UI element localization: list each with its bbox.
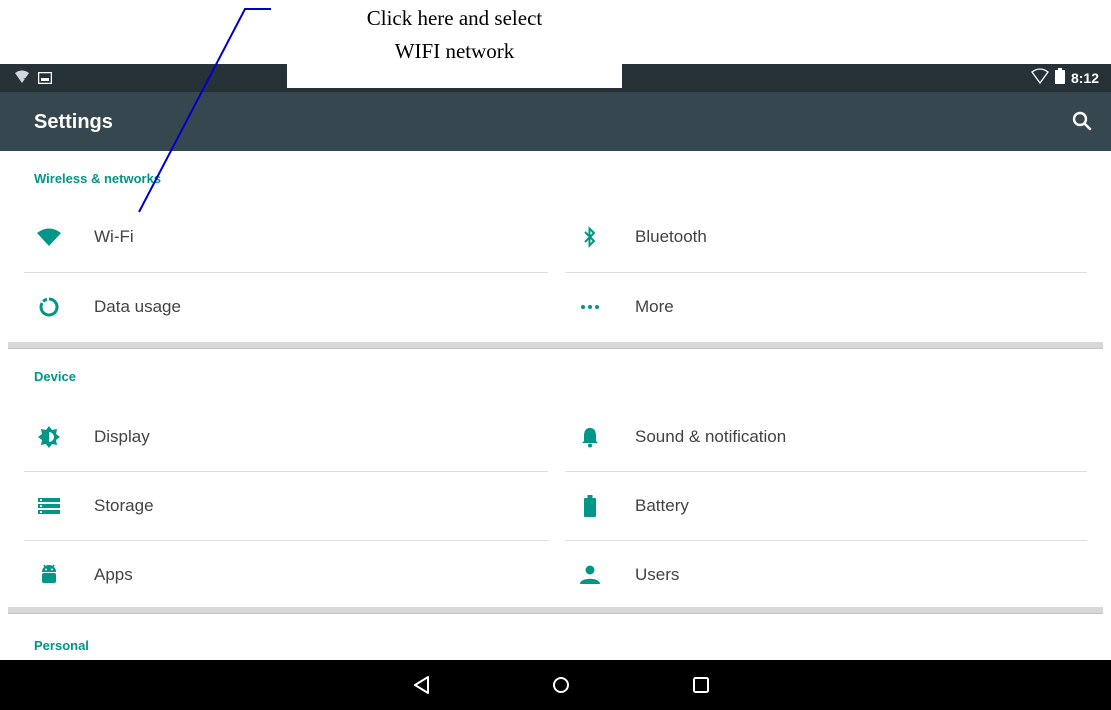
setting-item-display[interactable]: Display [24, 403, 548, 471]
wifi-icon [36, 224, 62, 250]
more-dots-icon [577, 294, 603, 320]
setting-item-storage[interactable]: Storage [24, 472, 548, 540]
section-header-device: Device [34, 369, 76, 384]
setting-label-display: Display [94, 427, 150, 446]
search-icon[interactable] [1071, 110, 1093, 132]
battery-icon [577, 493, 603, 519]
wifi-unknown-icon: ? [14, 70, 30, 89]
section-divider [8, 342, 1103, 349]
section-divider [8, 607, 1103, 614]
setting-item-battery[interactable]: Battery [565, 472, 1087, 540]
callout-line-1: Click here and select [366, 6, 543, 30]
setting-label-battery: Battery [635, 496, 689, 515]
brightness-icon [36, 424, 62, 450]
svg-text:?: ? [23, 77, 27, 84]
setting-item-more[interactable]: More [565, 273, 1087, 341]
setting-label-data-usage: Data usage [94, 297, 181, 316]
setting-item-sound[interactable]: Sound & notification [565, 403, 1087, 471]
settings-list: Wireless & networks Wi-Fi Bluetooth Data… [0, 151, 1111, 660]
home-icon[interactable] [549, 673, 573, 697]
wifi-outline-icon [1031, 68, 1049, 87]
section-header-personal: Personal [34, 638, 89, 653]
section-header-wireless: Wireless & networks [34, 171, 162, 186]
back-icon[interactable] [410, 673, 434, 697]
setting-label-storage: Storage [94, 496, 154, 515]
page-title: Settings [34, 111, 113, 133]
setting-item-data-usage[interactable]: Data usage [24, 273, 548, 341]
bluetooth-icon [577, 224, 603, 250]
setting-item-bluetooth[interactable]: Bluetooth [565, 203, 1087, 271]
bell-icon [577, 424, 603, 450]
recents-icon[interactable] [689, 673, 713, 697]
person-icon [577, 562, 603, 588]
setting-label-sound: Sound & notification [635, 427, 787, 446]
setting-label-bluetooth: Bluetooth [635, 227, 707, 246]
app-bar: Settings [0, 92, 1111, 151]
callout-line-2: WIFI network [394, 39, 515, 63]
clock: 8:12 [1070, 69, 1099, 86]
setting-label-more: More [635, 297, 674, 316]
navigation-bar [0, 660, 1111, 710]
callout-annotation: Click here and select WIFI network [287, 0, 622, 88]
data-usage-icon [36, 294, 62, 320]
android-icon [36, 562, 62, 588]
setting-item-wifi[interactable]: Wi-Fi [24, 203, 548, 271]
setting-item-apps[interactable]: Apps [24, 541, 548, 609]
setting-label-wifi: Wi-Fi [94, 227, 134, 246]
image-notification-icon [37, 71, 53, 89]
battery-icon [1054, 68, 1065, 87]
setting-item-users[interactable]: Users [565, 541, 1087, 609]
setting-label-users: Users [635, 565, 680, 584]
storage-icon [36, 493, 62, 519]
setting-label-apps: Apps [94, 565, 133, 584]
